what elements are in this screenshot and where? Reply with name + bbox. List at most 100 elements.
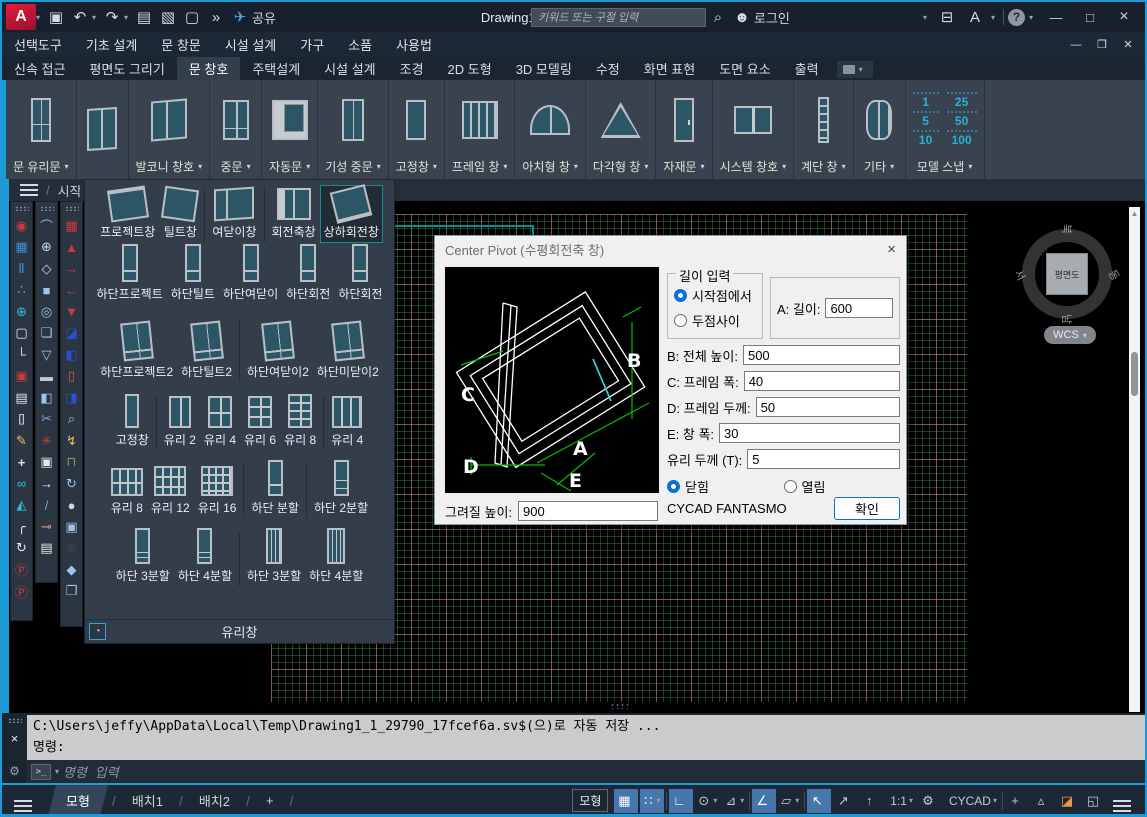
flyout-item-bottom-4split-v[interactable]: 하단 4분할 <box>306 526 366 586</box>
divider[interactable] <box>243 464 244 518</box>
dialog-title-bar[interactable]: Center Pivot (수평회전축 창) × <box>435 236 906 263</box>
flyout-item-pivot-window[interactable]: 회전축창 <box>269 186 319 242</box>
slab-icon[interactable]: ▬ <box>36 366 57 388</box>
app-store-cart-icon[interactable]: ⊟ <box>935 5 959 29</box>
dialog-field-input[interactable]: 40 <box>744 371 900 391</box>
canvas-bottom-grip[interactable] <box>610 703 632 709</box>
share-label[interactable]: 공유 <box>252 8 276 27</box>
p-block-icon[interactable]: Ⓟ <box>11 559 32 581</box>
menu-item[interactable]: 사용법 <box>384 32 444 57</box>
flyout-item-glass-6[interactable]: 유리 6 <box>241 394 279 450</box>
menu-item[interactable]: 기초 설계 <box>74 32 149 57</box>
menu-item[interactable]: 문 창문 <box>149 32 213 57</box>
view-cube-face[interactable]: 평면도 <box>1046 253 1088 295</box>
customize-status-bar-icon[interactable] <box>1113 800 1131 802</box>
flyout-item-glass-16[interactable]: 유리 16 <box>195 464 240 518</box>
radio-from-start[interactable] <box>674 289 687 302</box>
polyline-icon[interactable]: └ <box>11 344 32 366</box>
file-tabs-menu-icon[interactable] <box>20 184 38 186</box>
drawing-canvas-area[interactable]: / 시작 ◉▦Ⅱ∴⊕▢└▣▤[]✎+∞◭╭↻ⓅⓅ ⌒⊕◇■◎❏▽▬◧✂✳▣→/⊸… <box>2 179 1145 713</box>
flyout-item-bottom-pivot[interactable]: 하단회전 <box>283 242 333 304</box>
blue-box-icon[interactable]: ◪ <box>61 323 82 345</box>
orbit-icon[interactable]: ↻ <box>61 473 82 495</box>
annotation-scale-icon[interactable]: ↑ <box>859 789 883 813</box>
dialog-field-input[interactable]: 5 <box>747 449 900 469</box>
shapes-icon[interactable]: ❏ <box>36 323 57 345</box>
search-expand-icon[interactable]: ▶ <box>507 13 515 22</box>
draw-height-input[interactable]: 900 <box>518 501 658 521</box>
flyout-item-bottom-3split-v[interactable]: 하단 3분할 <box>244 526 304 586</box>
explode-icon[interactable]: ✳ <box>36 430 57 452</box>
flyout-item-bottom-4split[interactable]: 하단 4분할 <box>175 526 235 586</box>
cylinder-icon[interactable]: ◎ <box>36 301 57 323</box>
조경[interactable]: 조경 <box>388 57 436 80</box>
dialog-field-input[interactable]: 50 <box>756 397 900 417</box>
ribbon-item-model-snap[interactable]: 12555010100 모델 스냅▾ <box>906 80 985 179</box>
window-grid-icon[interactable]: ▦ <box>11 237 32 259</box>
ribbon-item-glass-window-open[interactable] <box>77 80 129 179</box>
command-prompt-icon[interactable]: >_ <box>31 764 51 780</box>
plus-icon[interactable]: + <box>1005 789 1029 813</box>
ribbon-item-frame-window[interactable]: 프레임 창▾ <box>445 80 516 179</box>
align-icon[interactable]: → <box>36 473 57 495</box>
redo-icon[interactable]: ↷ <box>100 5 124 29</box>
신속 접근[interactable]: 신속 접근 <box>2 57 77 80</box>
rotate-icon[interactable]: ↻ <box>11 538 32 560</box>
ribbon-item-stair-window[interactable]: 계단 창▾ <box>794 80 853 179</box>
render-icon[interactable]: ❐ <box>61 581 82 603</box>
redo-caret-icon[interactable]: ▾ <box>124 13 132 22</box>
3D 모델링[interactable]: 3D 모델링 <box>504 57 584 80</box>
ribbon-item-door-glassdoor[interactable]: 문 유리문▾ <box>6 80 77 179</box>
flyout-item-bottom-tilt[interactable]: 하단틸트 <box>168 242 218 304</box>
화면 표현[interactable]: 화면 표현 <box>632 57 707 80</box>
undo-icon[interactable]: ↶ <box>68 5 92 29</box>
blue-door2-icon[interactable]: ◨ <box>61 387 82 409</box>
divider[interactable] <box>204 186 205 242</box>
ortho-mode-icon[interactable]: ∟ <box>669 789 693 813</box>
flyout-item-casement-window[interactable]: 여닫이창 <box>209 186 259 242</box>
app-menu-button[interactable]: A <box>6 4 36 30</box>
graphics-performance-icon[interactable]: ◪ <box>1057 789 1081 813</box>
help-caret-icon[interactable]: ▾ <box>1029 13 1037 22</box>
pdf3d-icon[interactable]: ▣ <box>61 516 82 538</box>
login-caret-icon[interactable]: ▾ <box>923 13 931 22</box>
divider[interactable] <box>264 186 265 242</box>
flyout-item-bottom-casement2[interactable]: 하단여닫이2 <box>244 320 312 382</box>
ribbon-item-arch-window[interactable]: 아치형 창▾ <box>515 80 586 179</box>
문 창호[interactable]: 문 창호 <box>177 57 241 80</box>
flyout-item-bottom-3split[interactable]: 하단 3분할 <box>113 526 173 586</box>
minimize-button[interactable]: — <box>1041 5 1071 29</box>
app-menu-caret-icon[interactable]: ▾ <box>36 13 44 22</box>
red-window-icon[interactable]: ▦ <box>61 215 82 237</box>
flyout-item-bottom-2split[interactable]: 하단 2분할 <box>311 458 371 518</box>
flyout-item-bottom-pivot-2[interactable]: 하단회전 <box>335 242 385 304</box>
close-button[interactable]: × <box>1109 5 1139 29</box>
red-rect-icon[interactable]: ▣ <box>11 366 32 388</box>
flyout-item-glass-8-wide[interactable]: 유리 8 <box>108 466 146 518</box>
command-input[interactable]: >_ ▾ 명령 입력 <box>27 760 1145 783</box>
ribbon-item-auto-door[interactable]: 자동문▾ <box>262 80 318 179</box>
flyout-item-fixed-window[interactable]: 고정창 <box>113 392 152 450</box>
radio-open[interactable] <box>784 480 797 493</box>
ribbon-item-material-door[interactable]: 자재문▾ <box>656 80 712 179</box>
film-icon[interactable]: ▤ <box>36 538 57 560</box>
annotation-autoscale-icon[interactable]: ↗ <box>833 789 857 813</box>
snap-mode-icon[interactable]: ∷▾ <box>640 789 664 813</box>
arrow-up-red-icon[interactable]: ▲ <box>61 237 82 259</box>
flyout-item-glass-4[interactable]: 유리 4 <box>201 394 239 450</box>
cone-icon[interactable]: ▽ <box>36 344 57 366</box>
ribbon-item-balcony-window[interactable]: 발코니 창호▾ <box>129 80 211 179</box>
search-icon[interactable]: ⌕ <box>706 5 730 29</box>
grid-display-icon[interactable]: ▦ <box>614 789 638 813</box>
p-block2-icon[interactable]: Ⓟ <box>11 581 32 603</box>
flyout-item-glass-12[interactable]: 유리 12 <box>148 464 193 518</box>
scrollbar-thumb[interactable] <box>1131 352 1138 396</box>
save-icon[interactable]: ▣ <box>44 5 68 29</box>
doc-restore-button[interactable]: ❐ <box>1089 35 1115 55</box>
camera-icon[interactable]: ◉ <box>61 538 82 560</box>
flyout-item-bottom-tilt2[interactable]: 하단틸트2 <box>178 320 235 382</box>
maximize-button[interactable]: □ <box>1075 5 1105 29</box>
ribbon-item-etc[interactable]: 기타▾ <box>854 80 906 179</box>
dynamic-input-icon[interactable]: ∠ <box>752 789 776 813</box>
store-caret-icon[interactable]: ▾ <box>991 13 999 22</box>
